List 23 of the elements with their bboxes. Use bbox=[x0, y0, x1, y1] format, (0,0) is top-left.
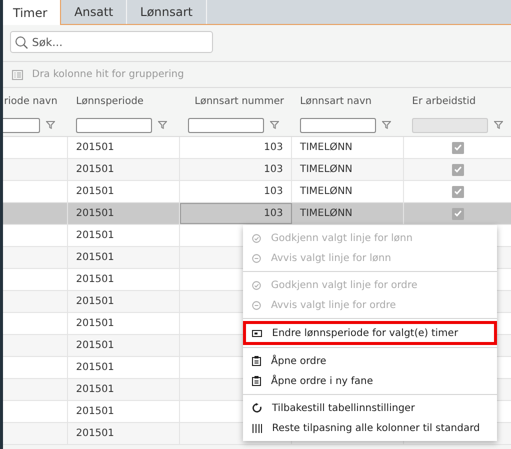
table-cell: 201501 bbox=[68, 269, 180, 290]
table-cell: 201501 bbox=[68, 203, 180, 224]
table-cell: 201501 bbox=[68, 401, 180, 422]
table-cell: 201501 bbox=[68, 423, 180, 444]
table-cell: 201501 bbox=[68, 181, 180, 202]
table-cell: 201501 bbox=[68, 291, 180, 312]
table-cell: 103 bbox=[180, 159, 292, 180]
table-cell: 201501 bbox=[68, 335, 180, 356]
table-cell: TIMELØNN bbox=[292, 137, 404, 158]
table-cell: 201501 bbox=[68, 159, 180, 180]
table-cell: TIMELØNN bbox=[292, 159, 404, 180]
table-cell: TIMELØNN bbox=[292, 181, 404, 202]
table-cell: 103 bbox=[180, 137, 292, 158]
table-cell: 103 bbox=[180, 203, 292, 224]
table-cell: 201501 bbox=[68, 225, 180, 246]
group-hint: Dra kolonne hit for gruppering bbox=[32, 69, 184, 80]
table-cell: 201501 bbox=[68, 247, 180, 268]
table-cell: 201501 bbox=[68, 313, 180, 334]
table-cell: TIMELØNN bbox=[292, 203, 404, 224]
table-cell: 103 bbox=[180, 181, 292, 202]
table-cell: 201501 bbox=[68, 137, 180, 158]
table-cell: 201501 bbox=[68, 379, 180, 400]
table-cell: 201501 bbox=[68, 357, 180, 378]
